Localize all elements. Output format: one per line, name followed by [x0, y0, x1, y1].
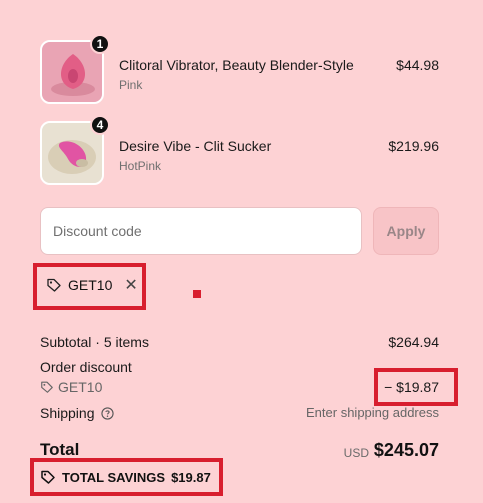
- currency-code: USD: [343, 446, 369, 460]
- shipping-value: Enter shipping address: [306, 405, 439, 420]
- quantity-badge: 4: [90, 115, 110, 135]
- product-thumbnail: 4: [40, 115, 110, 185]
- help-circle-icon[interactable]: [100, 406, 114, 420]
- subtotal-value: $264.94: [388, 334, 439, 350]
- tag-icon: [47, 278, 61, 292]
- item-price: $219.96: [388, 138, 439, 154]
- shipping-row: Shipping: [40, 405, 114, 421]
- annotation-marker: [193, 290, 201, 298]
- shipping-label: Shipping: [40, 405, 95, 421]
- order-discount-code-text: GET10: [58, 379, 103, 395]
- applied-discount-tag: GET10 ✕: [46, 274, 138, 296]
- item-name: Desire Vibe - Clit Sucker: [119, 138, 272, 154]
- tag-icon: [41, 381, 53, 393]
- checkout-summary: 1 Clitoral Vibrator, Beauty Blender-Styl…: [0, 0, 483, 503]
- item-variant: Pink: [119, 78, 143, 92]
- order-discount-label: Order discount: [40, 359, 132, 375]
- discount-code-input[interactable]: [40, 207, 362, 255]
- savings-label: TOTAL SAVINGS: [62, 469, 166, 485]
- applied-code-label: GET10: [68, 277, 113, 293]
- tag-icon: [41, 470, 55, 484]
- item-price: $44.98: [396, 57, 439, 73]
- line-item: 4 Desire Vibe - Clit Sucker HotPink $219…: [40, 115, 439, 185]
- line-item: 1 Clitoral Vibrator, Beauty Blender-Styl…: [40, 34, 439, 104]
- total-value: $245.07: [373, 440, 439, 460]
- total-label: Total: [40, 440, 80, 459]
- item-variant: HotPink: [119, 159, 162, 173]
- subtotal-label: Subtotal · 5 items: [40, 334, 149, 350]
- savings-value: $19.87: [171, 469, 211, 485]
- item-name: Clitoral Vibrator, Beauty Blender-Style: [119, 57, 354, 73]
- order-discount-value: − $19.87: [384, 379, 439, 395]
- total-savings: TOTAL SAVINGS $19.87: [40, 466, 211, 488]
- apply-discount-button[interactable]: Apply: [373, 207, 439, 255]
- product-thumbnail: 1: [40, 34, 110, 104]
- order-discount-code: GET10: [40, 379, 102, 395]
- quantity-badge: 1: [90, 34, 110, 54]
- close-icon[interactable]: ✕: [124, 275, 137, 295]
